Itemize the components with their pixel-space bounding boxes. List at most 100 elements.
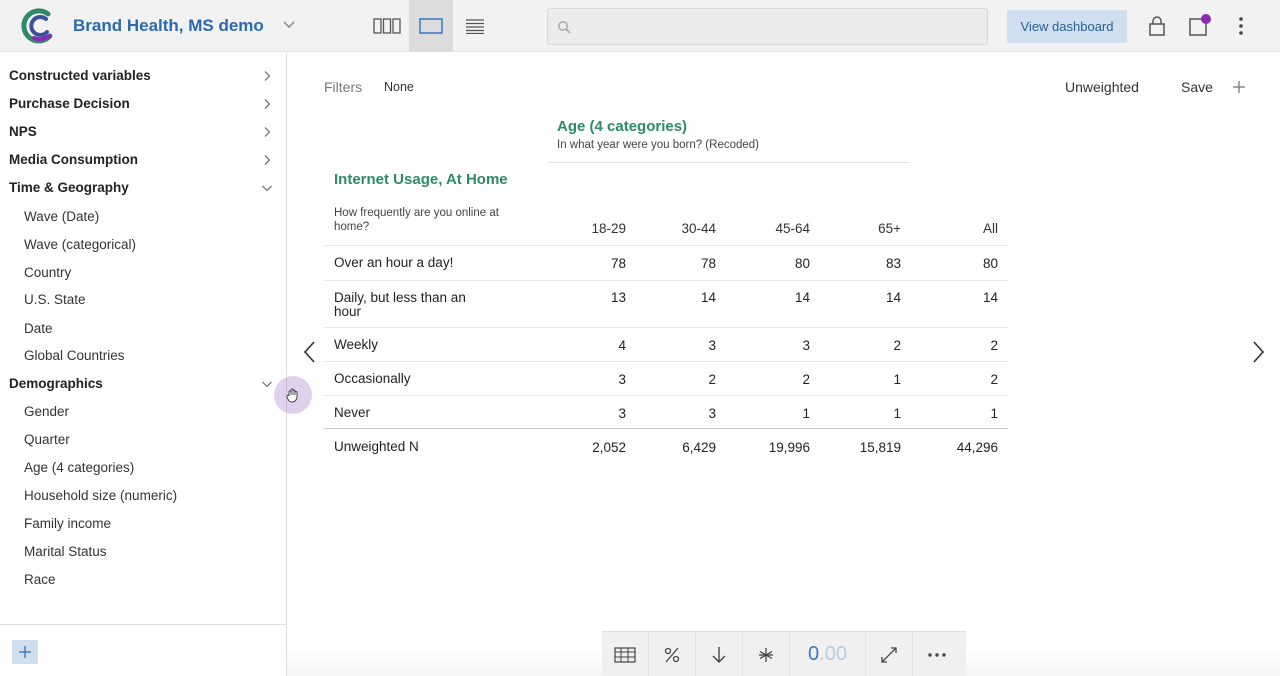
notifications-icon[interactable] bbox=[1186, 13, 1212, 39]
sidebar-item-family-income[interactable]: Family income bbox=[24, 516, 111, 531]
crunch-logo[interactable] bbox=[20, 8, 56, 44]
single-panel-view-button[interactable] bbox=[409, 0, 453, 52]
table-cell: 4 bbox=[618, 338, 626, 353]
save-button[interactable]: Save bbox=[1181, 79, 1213, 95]
chevron-right-icon bbox=[264, 127, 271, 137]
sidebar-group-demographics[interactable]: Demographics bbox=[9, 376, 277, 391]
table-cell: 1 bbox=[990, 406, 998, 421]
row-label[interactable]: Over an hour a day! bbox=[334, 256, 494, 270]
divider bbox=[324, 280, 1008, 281]
sidebar-group-time-geography[interactable]: Time & Geography bbox=[9, 180, 277, 195]
percent-icon bbox=[664, 647, 680, 662]
sidebar-item-quarter[interactable]: Quarter bbox=[24, 432, 70, 447]
column-variable-title[interactable]: Age (4 categories) bbox=[557, 118, 687, 135]
dataset-title[interactable]: Brand Health, MS demo bbox=[73, 16, 264, 36]
previous-arrow-icon[interactable] bbox=[302, 340, 318, 364]
table-toolbar: 0.00 bbox=[602, 631, 966, 676]
more-horizontal-icon bbox=[927, 652, 946, 657]
plus-icon[interactable] bbox=[1231, 79, 1247, 95]
column-header[interactable]: 30-44 bbox=[636, 221, 716, 236]
add-variable-button[interactable] bbox=[12, 640, 38, 664]
table-cell: 1 bbox=[802, 406, 810, 421]
table-cell: 15,819 bbox=[859, 440, 901, 455]
search-input[interactable] bbox=[578, 17, 978, 37]
sidebar-item-household-size[interactable]: Household size (numeric) bbox=[24, 488, 177, 503]
table-cell: 2,052 bbox=[592, 440, 626, 455]
divider bbox=[548, 162, 910, 163]
sidebar-group-label: Time & Geography bbox=[9, 180, 129, 195]
table-cell: 2 bbox=[990, 338, 998, 353]
table-cell: 2 bbox=[893, 338, 901, 353]
view-dashboard-button[interactable]: View dashboard bbox=[1007, 10, 1127, 43]
sidebar-item-wave-date[interactable]: Wave (Date) bbox=[24, 209, 99, 224]
table-cell: 3 bbox=[802, 338, 810, 353]
chevron-down-icon[interactable] bbox=[282, 18, 296, 32]
sidebar-item-gender[interactable]: Gender bbox=[24, 404, 69, 419]
sort-down-icon bbox=[712, 646, 726, 663]
list-view-button[interactable] bbox=[453, 0, 497, 52]
percentage-button[interactable] bbox=[649, 632, 696, 676]
table-icon bbox=[614, 646, 636, 663]
chevron-down-icon bbox=[262, 381, 272, 388]
more-options-button[interactable] bbox=[913, 632, 960, 676]
chevron-right-icon bbox=[264, 71, 271, 81]
sidebar-group-media-consumption[interactable]: Media Consumption bbox=[9, 152, 277, 167]
column-header[interactable]: 65+ bbox=[821, 221, 901, 236]
divider bbox=[324, 361, 1008, 362]
sidebar-item-country[interactable]: Country bbox=[24, 265, 71, 280]
chevron-down-icon bbox=[262, 185, 272, 192]
filters-value[interactable]: None bbox=[384, 80, 414, 94]
plus-icon bbox=[19, 646, 31, 658]
search-icon bbox=[558, 21, 571, 34]
sidebar-item-date[interactable]: Date bbox=[24, 321, 53, 336]
column-header[interactable]: 45-64 bbox=[730, 221, 810, 236]
row-label[interactable]: Occasionally bbox=[334, 372, 494, 386]
chevron-right-icon bbox=[264, 99, 271, 109]
row-variable-title[interactable]: Internet Usage, At Home bbox=[334, 172, 514, 187]
lock-icon[interactable] bbox=[1144, 13, 1170, 39]
decimals-primary: 0 bbox=[808, 643, 820, 665]
sidebar-group-purchase-decision[interactable]: Purchase Decision bbox=[9, 96, 277, 111]
column-header[interactable]: All bbox=[918, 221, 998, 236]
filters-label[interactable]: Filters bbox=[324, 79, 362, 95]
sidebar-group-constructed-variables[interactable]: Constructed variables bbox=[9, 68, 277, 83]
divider bbox=[324, 245, 1008, 246]
sidebar-group-nps[interactable]: NPS bbox=[9, 124, 277, 139]
sidebar-item-age-4-categories[interactable]: Age (4 categories) bbox=[24, 460, 134, 475]
row-label[interactable]: Never bbox=[334, 406, 494, 420]
decimal-places-control[interactable]: 0.00 bbox=[790, 632, 866, 676]
three-column-view-icon bbox=[373, 18, 401, 34]
more-vertical-icon[interactable] bbox=[1228, 13, 1254, 39]
table-cell: 14 bbox=[794, 290, 810, 305]
sidebar-item-us-state[interactable]: U.S. State bbox=[24, 292, 86, 307]
weight-selector[interactable]: Unweighted bbox=[1065, 79, 1139, 95]
table-cell: 6,429 bbox=[682, 440, 716, 455]
sidebar-item-global-countries[interactable]: Global Countries bbox=[24, 348, 125, 363]
table-cell: 3 bbox=[618, 406, 626, 421]
row-label[interactable]: Weekly bbox=[334, 338, 494, 352]
next-arrow-icon[interactable] bbox=[1250, 340, 1266, 364]
table-cell: 44,296 bbox=[956, 440, 998, 455]
chevron-right-icon bbox=[264, 155, 271, 165]
table-cell: 2 bbox=[708, 372, 716, 387]
swap-axes-button[interactable] bbox=[866, 632, 913, 676]
sort-button[interactable] bbox=[696, 632, 743, 676]
three-column-view-button[interactable] bbox=[365, 0, 409, 52]
column-header[interactable]: 18-29 bbox=[546, 221, 626, 236]
significance-button[interactable] bbox=[743, 632, 790, 676]
table-cell: 3 bbox=[618, 372, 626, 387]
table-cell: 80 bbox=[982, 256, 998, 271]
sidebar-item-race[interactable]: Race bbox=[24, 572, 56, 587]
row-label[interactable]: Daily, but less than an hour bbox=[334, 291, 494, 319]
table-cell: 14 bbox=[885, 290, 901, 305]
sidebar-item-wave-categorical[interactable]: Wave (categorical) bbox=[24, 237, 136, 252]
sidebar-group-label: Demographics bbox=[9, 376, 103, 391]
sidebar-group-label: Constructed variables bbox=[9, 68, 151, 83]
sidebar-item-marital-status[interactable]: Marital Status bbox=[24, 544, 107, 559]
decimals-secondary: .00 bbox=[819, 643, 847, 665]
table-cell: 14 bbox=[700, 290, 716, 305]
search-box[interactable] bbox=[547, 8, 988, 45]
table-cell: 13 bbox=[610, 290, 626, 305]
hand-cursor-icon bbox=[286, 388, 298, 403]
table-settings-button[interactable] bbox=[602, 632, 649, 676]
